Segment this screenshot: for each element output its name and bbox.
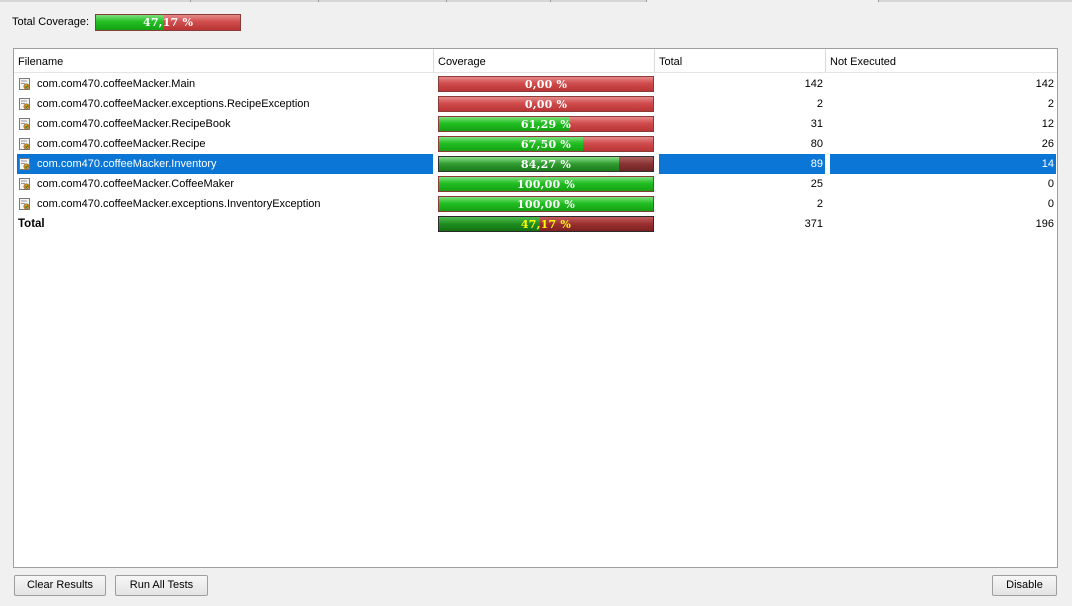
coverage-bar-text: 67,50 % — [520, 138, 572, 151]
filename-cell: com.com470.coffeeMacker.CoffeeMaker — [18, 174, 433, 194]
coverage-bar-text: 47,17 % — [520, 218, 572, 231]
java-class-file-icon — [19, 158, 30, 170]
total-coverage-label: Total Coverage: — [12, 16, 90, 28]
tab-7[interactable] — [879, 0, 1072, 2]
java-class-file-icon — [19, 178, 30, 190]
java-class-file-icon — [19, 198, 30, 210]
coverage-bar: 47,17 % — [438, 216, 654, 232]
column-header-not-executed[interactable]: Not Executed — [826, 49, 1057, 73]
coverage-bar: 84,27 % — [438, 156, 654, 172]
not-executed-cell: 0 — [1047, 178, 1054, 190]
table-row[interactable]: com.com470.coffeeMacker.CoffeeMaker 100,0… — [14, 174, 1057, 194]
java-class-file-icon — [19, 78, 30, 90]
total-cell: 142 — [804, 78, 823, 90]
not-executed-cell: 26 — [1041, 138, 1054, 150]
clear-results-button[interactable]: Clear Results — [14, 575, 106, 596]
table-header: Filename Coverage Total Not Executed — [14, 49, 1057, 73]
coverage-bar-text: 100,00 % — [517, 178, 575, 191]
java-class-file-icon — [19, 138, 30, 150]
java-class-file-icon — [19, 118, 30, 130]
filename-cell: com.com470.coffeeMacker.exceptions.Recip… — [18, 94, 433, 114]
coverage-cell: 61,29 % — [438, 114, 654, 134]
java-class-file-icon — [19, 98, 30, 110]
not-executed-cell: 196 — [1035, 218, 1054, 230]
coverage-bar: 0,00 % — [438, 76, 654, 92]
total-cell: 25 — [810, 178, 823, 190]
total-cell: 80 — [810, 138, 823, 150]
coverage-bar-text: 0,00 % — [524, 98, 568, 111]
filename-text: com.com470.coffeeMacker.RecipeBook — [37, 118, 231, 130]
total-cell: 31 — [810, 118, 823, 130]
coverage-bar: 67,50 % — [438, 136, 654, 152]
filename-cell: com.com470.coffeeMacker.Inventory — [17, 154, 433, 174]
coverage-bar-text: 61,29 % — [520, 118, 572, 131]
filename-cell: com.com470.coffeeMacker.Recipe — [18, 134, 433, 154]
tab-3[interactable] — [319, 0, 447, 2]
filename-text: com.com470.coffeeMacker.Recipe — [37, 138, 206, 150]
filename-cell: com.com470.coffeeMacker.Main — [18, 74, 433, 94]
coverage-cell: 100,00 % — [438, 174, 654, 194]
coverage-cell: 0,00 % — [438, 94, 654, 114]
column-header-filename[interactable]: Filename — [14, 49, 434, 73]
filename-text: com.com470.coffeeMacker.Main — [37, 78, 196, 90]
not-executed-cell: 12 — [1041, 118, 1054, 130]
filename-text: com.com470.coffeeMacker.CoffeeMaker — [37, 178, 235, 190]
total-coverage-summary: Total Coverage: 47,17 % — [12, 13, 242, 31]
coverage-table[interactable]: Filename Coverage Total Not Executed com… — [13, 48, 1058, 568]
coverage-bar: 0,00 % — [438, 96, 654, 112]
total-cell: 2 — [816, 198, 823, 210]
total-cell: 2 — [816, 98, 823, 110]
tab-5[interactable] — [551, 0, 647, 2]
column-header-coverage[interactable]: Coverage — [434, 49, 655, 73]
total-coverage-bar-text: 47,17 % — [142, 15, 194, 29]
tab-strip — [0, 0, 1072, 3]
coverage-cell: 47,17 % — [438, 214, 654, 234]
coverage-bar: 61,29 % — [438, 116, 654, 132]
filename-text: com.com470.coffeeMacker.exceptions.Inven… — [37, 198, 321, 210]
not-executed-cell: 14 — [830, 154, 1056, 174]
filename-cell: com.com470.coffeeMacker.exceptions.Inven… — [18, 194, 433, 214]
total-coverage-bar: 47,17 % — [95, 13, 242, 31]
table-row[interactable]: com.com470.coffeeMacker.RecipeBook 61,29 … — [14, 114, 1057, 134]
tab-2[interactable] — [191, 0, 319, 2]
coverage-cell: 0,00 % — [438, 74, 654, 94]
table-row[interactable]: com.com470.coffeeMacker.Inventory 84,27 %… — [14, 154, 1057, 174]
not-executed-cell: 142 — [1035, 78, 1054, 90]
coverage-bar: 100,00 % — [438, 176, 654, 192]
tab-4[interactable] — [447, 0, 551, 2]
filename-cell: Total — [18, 214, 433, 234]
table-total-row[interactable]: Total 47,17 % 371 196 — [14, 214, 1057, 234]
coverage-cell: 84,27 % — [438, 154, 654, 174]
run-all-tests-button[interactable]: Run All Tests — [115, 575, 208, 596]
coverage-cell: 67,50 % — [438, 134, 654, 154]
total-cell: 371 — [804, 218, 823, 230]
coverage-bar: 100,00 % — [438, 196, 654, 212]
table-row[interactable]: com.com470.coffeeMacker.Main 0,00 % 142 142 — [14, 74, 1057, 94]
tab-active[interactable] — [647, 0, 879, 2]
filename-text: Total — [18, 218, 45, 230]
total-cell: 89 — [659, 154, 825, 174]
coverage-bar-text: 0,00 % — [524, 78, 568, 91]
filename-text: com.com470.coffeeMacker.Inventory — [37, 158, 217, 170]
filename-cell: com.com470.coffeeMacker.RecipeBook — [18, 114, 433, 134]
not-executed-cell: 2 — [1047, 98, 1054, 110]
table-row[interactable]: com.com470.coffeeMacker.exceptions.Inven… — [14, 194, 1057, 214]
coverage-cell: 100,00 % — [438, 194, 654, 214]
disable-button[interactable]: Disable — [992, 575, 1057, 596]
tab-1[interactable] — [0, 0, 191, 2]
coverage-bar-text: 100,00 % — [517, 198, 575, 211]
column-header-total[interactable]: Total — [655, 49, 826, 73]
table-row[interactable]: com.com470.coffeeMacker.Recipe 67,50 % 80 2… — [14, 134, 1057, 154]
filename-text: com.com470.coffeeMacker.exceptions.Recip… — [37, 98, 310, 110]
not-executed-cell: 0 — [1047, 198, 1054, 210]
table-row[interactable]: com.com470.coffeeMacker.exceptions.Recip… — [14, 94, 1057, 114]
coverage-bar-text: 84,27 % — [520, 158, 572, 171]
